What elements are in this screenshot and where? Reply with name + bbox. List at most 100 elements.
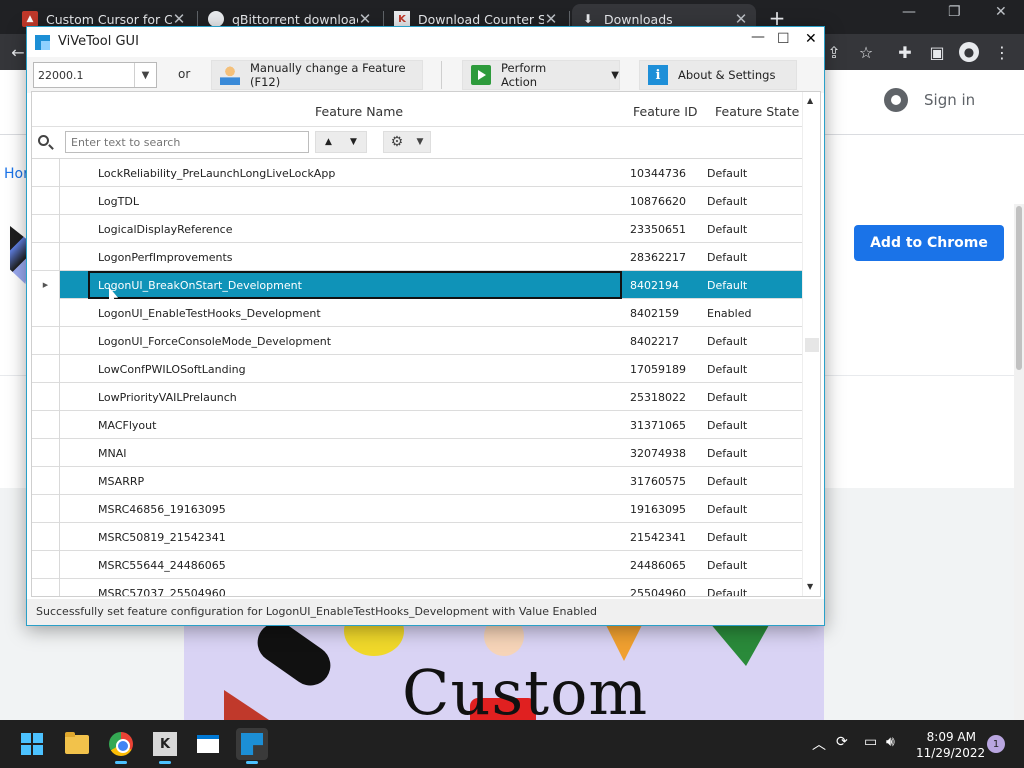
- feature-id-cell: 31760575: [630, 475, 686, 488]
- table-row[interactable]: LowPriorityVAILPrelaunch 25318022 Defaul…: [32, 383, 802, 411]
- feature-id-cell: 21542341: [630, 531, 686, 544]
- feature-state-cell: Default: [707, 447, 748, 460]
- feature-name-cell: LogicalDisplayReference: [98, 223, 233, 236]
- table-row[interactable]: LogonUI_EnableTestHooks_Development 8402…: [32, 299, 802, 327]
- build-select[interactable]: 22000.1 ▼: [33, 62, 157, 88]
- column-feature-id[interactable]: Feature ID: [633, 104, 698, 119]
- feature-id-cell: 8402217: [630, 335, 679, 348]
- profile-avatar-icon[interactable]: ●: [959, 42, 979, 62]
- network-icon[interactable]: ▭: [864, 734, 877, 750]
- sign-in-link[interactable]: Sign in: [924, 91, 975, 109]
- start-button[interactable]: [16, 728, 48, 760]
- table-row[interactable]: MSRC46856_19163095 19163095 Default: [32, 495, 802, 523]
- sort-down-icon[interactable]: ▼: [350, 137, 357, 147]
- table-row[interactable]: MSRC50819_21542341 21542341 Default: [32, 523, 802, 551]
- share-icon[interactable]: ⇪: [822, 40, 846, 64]
- table-row[interactable]: MSARRP 31760575 Default: [32, 467, 802, 495]
- page-scrollbar-thumb[interactable]: [1016, 206, 1022, 370]
- chevron-down-icon[interactable]: ▼: [134, 63, 156, 87]
- row-header[interactable]: [32, 411, 60, 439]
- manual-change-button[interactable]: Manually change a Feature (F12): [211, 60, 423, 90]
- chevron-up-icon[interactable]: ︿: [812, 734, 826, 754]
- feature-state-cell: Default: [707, 195, 748, 208]
- maximize-icon[interactable]: ❐: [948, 4, 961, 20]
- bookmark-star-icon[interactable]: ☆: [854, 40, 878, 64]
- feature-state-cell: Default: [707, 503, 748, 516]
- table-row[interactable]: MSRC57037_25504960 25504960 Default: [32, 579, 802, 596]
- filter-options-button[interactable]: ⚙ ▼: [383, 131, 431, 153]
- feature-id-cell: 23350651: [630, 223, 686, 236]
- row-header[interactable]: [32, 495, 60, 523]
- row-header[interactable]: [32, 551, 60, 579]
- table-row[interactable]: LogonPerfImprovements 28362217 Default: [32, 243, 802, 271]
- table-row[interactable]: MACFlyout 31371065 Default: [32, 411, 802, 439]
- sort-buttons[interactable]: ▲ ▼: [315, 131, 367, 153]
- feature-id-cell: 31371065: [630, 419, 686, 432]
- close-icon[interactable]: ✕: [995, 4, 1007, 20]
- table-row[interactable]: MNAI 32074938 Default: [32, 439, 802, 467]
- feature-name-cell: MNAI: [98, 447, 127, 460]
- volume-icon[interactable]: 🔊︎: [886, 734, 895, 750]
- sort-up-icon[interactable]: ▲: [325, 137, 332, 147]
- sync-icon[interactable]: ⟳: [836, 734, 848, 750]
- row-header[interactable]: [32, 523, 60, 551]
- counter-strike-taskbar-button[interactable]: K: [149, 728, 181, 764]
- clock[interactable]: 8:09 AM 11/29/2022: [916, 729, 985, 761]
- table-row[interactable]: LogicalDisplayReference 23350651 Default: [32, 215, 802, 243]
- scroll-down-icon[interactable]: ▼: [807, 582, 813, 591]
- feature-state-cell: Default: [707, 279, 748, 292]
- file-explorer-button[interactable]: [61, 728, 93, 760]
- chevron-down-icon[interactable]: ▼: [611, 70, 619, 81]
- grid-scrollbar[interactable]: ▲ ▼: [802, 92, 820, 596]
- side-panel-icon[interactable]: ▣: [925, 40, 949, 64]
- chrome-taskbar-button[interactable]: [105, 728, 137, 764]
- row-header[interactable]: [32, 159, 60, 187]
- maximize-icon[interactable]: ☐: [777, 31, 790, 47]
- counterstrike-icon: K: [153, 732, 177, 756]
- row-header[interactable]: [32, 467, 60, 495]
- feature-id-cell: 32074938: [630, 447, 686, 460]
- search-input[interactable]: [65, 131, 309, 153]
- scroll-up-icon[interactable]: ▲: [807, 96, 813, 105]
- vivetool-taskbar-button[interactable]: [236, 728, 268, 764]
- account-area: Sign in: [884, 88, 975, 112]
- table-row[interactable]: LogTDL 10876620 Default: [32, 187, 802, 215]
- row-header[interactable]: [32, 243, 60, 271]
- table-row[interactable]: MSRC55644_24486065 24486065 Default: [32, 551, 802, 579]
- row-header[interactable]: [32, 299, 60, 327]
- notepad-taskbar-button[interactable]: [192, 728, 224, 760]
- row-header[interactable]: [32, 355, 60, 383]
- row-header[interactable]: [32, 383, 60, 411]
- windows-logo-icon: [21, 733, 43, 755]
- row-header[interactable]: [32, 187, 60, 215]
- table-row[interactable]: LowConfPWILOSoftLanding 17059189 Default: [32, 355, 802, 383]
- extensions-icon[interactable]: ✚: [893, 40, 917, 64]
- table-row-selected[interactable]: ▶ LogonUI_BreakOnStart_Development 84021…: [32, 271, 802, 299]
- title-bar[interactable]: ViVeTool GUI — ☐ ✕: [27, 27, 824, 57]
- scrollbar-thumb[interactable]: [805, 338, 819, 352]
- row-header[interactable]: [32, 327, 60, 355]
- tab-title: qBittorrent download l: [232, 11, 358, 27]
- feature-state-cell: Default: [707, 251, 748, 264]
- row-pointer-icon[interactable]: ▶: [32, 271, 60, 299]
- notification-badge[interactable]: 1: [987, 735, 1005, 753]
- column-feature-state[interactable]: Feature State: [715, 104, 799, 119]
- close-icon[interactable]: ✕: [805, 31, 817, 47]
- minimize-icon[interactable]: —: [751, 29, 765, 45]
- table-row[interactable]: LockReliability_PreLaunchLongLiveLockApp…: [32, 159, 802, 187]
- table-row[interactable]: LogonUI_ForceConsoleMode_Development 840…: [32, 327, 802, 355]
- perform-action-button[interactable]: Perform Action ▼: [462, 60, 620, 90]
- feature-state-cell: Default: [707, 167, 748, 180]
- row-header[interactable]: [32, 215, 60, 243]
- taskbar: K ︿ ⟳ ▭ 🔊︎ 8:09 AM 11/29/2022 1: [0, 720, 1024, 768]
- about-settings-button[interactable]: i About & Settings: [639, 60, 797, 90]
- add-to-chrome-button[interactable]: Add to Chrome: [854, 225, 1004, 261]
- tab-title: Downloads: [604, 11, 673, 27]
- column-feature-name[interactable]: Feature Name: [315, 104, 403, 119]
- menu-kebab-icon[interactable]: ⋮: [990, 40, 1014, 64]
- row-header[interactable]: [32, 579, 60, 596]
- settings-gear-icon[interactable]: [884, 88, 908, 112]
- row-header[interactable]: [32, 439, 60, 467]
- minimize-icon[interactable]: —: [902, 4, 916, 20]
- feature-state-cell: Default: [707, 559, 748, 572]
